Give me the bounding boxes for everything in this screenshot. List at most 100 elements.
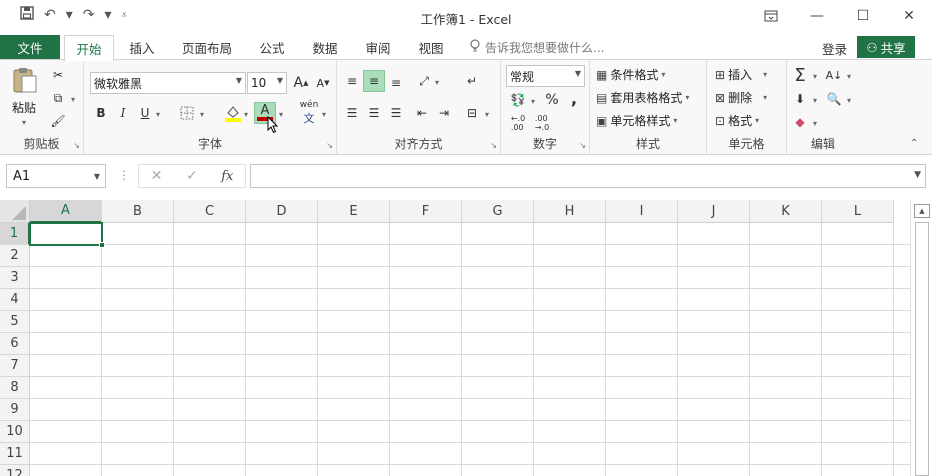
alignment-launcher-icon[interactable]: ↘ (490, 141, 497, 150)
close-icon[interactable]: ✕ (886, 0, 932, 32)
conditional-formatting-button[interactable]: ▦ 条件格式 ▾ (596, 66, 665, 83)
column-header-b[interactable]: B (102, 200, 174, 223)
fill-dropdown-icon[interactable]: ▾ (813, 96, 817, 105)
percent-style-button[interactable]: % (541, 89, 563, 111)
ribbon-display-icon[interactable] (748, 0, 794, 32)
row-header-9[interactable]: 9 (0, 399, 30, 421)
format-painter-icon[interactable]: 🖌 (47, 110, 69, 132)
clear-dropdown-icon[interactable]: ▾ (813, 119, 817, 128)
tell-me-box[interactable]: 告诉我您想要做什么... (470, 39, 604, 56)
tab-file[interactable]: 文件 (0, 35, 60, 60)
autosum-dropdown-icon[interactable]: ▾ (813, 72, 817, 81)
find-select-dropdown-icon[interactable]: ▾ (847, 96, 851, 105)
column-header-d[interactable]: D (246, 200, 318, 223)
format-cells-button[interactable]: ⊡ 格式 ▾ (715, 112, 759, 129)
comma-style-button[interactable]: , (563, 87, 585, 109)
share-button[interactable]: ⚇ 共享 (857, 36, 915, 58)
number-format-combo[interactable]: 常规 ▼ (506, 65, 585, 87)
cut-icon[interactable]: ✂ (47, 64, 69, 86)
maximize-icon[interactable]: ☐ (840, 0, 886, 32)
bold-button[interactable]: B (90, 102, 112, 124)
font-name-combo[interactable]: 微软雅黑 ▼ (90, 72, 246, 94)
column-header-i[interactable]: I (606, 200, 678, 223)
find-select-icon[interactable]: 🔍 (823, 88, 845, 110)
tab-formulas[interactable]: 公式 (250, 35, 294, 60)
clipboard-launcher-icon[interactable]: ↘ (73, 141, 80, 150)
accounting-format-icon[interactable]: 💱 (507, 89, 529, 111)
increase-font-icon[interactable]: A ▲ (290, 72, 312, 94)
column-header-g[interactable]: G (462, 200, 534, 223)
formula-input[interactable]: ▼ (250, 164, 926, 188)
tab-view[interactable]: 视图 (409, 35, 453, 60)
row-header-8[interactable]: 8 (0, 377, 30, 399)
insert-cells-button[interactable]: ⊞ 插入 ▾ (715, 66, 767, 83)
select-all-corner[interactable] (0, 200, 30, 223)
expand-formula-bar-icon[interactable]: ▼ (914, 170, 921, 180)
align-right-icon[interactable]: ☰ (385, 102, 407, 124)
orientation-icon[interactable]: ⤢ (413, 70, 435, 92)
clear-icon[interactable]: ◆ (789, 111, 811, 133)
scroll-up-icon[interactable]: ▲ (914, 204, 930, 218)
column-header-a[interactable]: A (30, 200, 102, 223)
tab-page-layout[interactable]: 页面布局 (174, 35, 240, 60)
underline-dropdown-icon[interactable]: ▾ (156, 110, 160, 119)
fill-handle[interactable] (99, 242, 105, 248)
insert-function-button[interactable]: fx (210, 165, 245, 187)
increase-decimal-icon[interactable]: ←.0.00 (507, 112, 529, 134)
copy-icon[interactable]: ⧉ (47, 87, 69, 109)
phonetic-dropdown-icon[interactable]: ▾ (322, 110, 326, 119)
align-bottom-icon[interactable]: ≡ (385, 72, 407, 94)
tab-home[interactable]: 开始 (64, 35, 114, 61)
decrease-indent-icon[interactable]: ⇤ (411, 102, 433, 124)
align-left-icon[interactable]: ☰ (341, 102, 363, 124)
font-size-dropdown-icon[interactable]: ▼ (277, 76, 283, 85)
paste-button[interactable]: 粘贴 ▾ (10, 66, 38, 127)
orientation-dropdown-icon[interactable]: ▾ (435, 78, 439, 87)
column-header-l[interactable]: L (822, 200, 894, 223)
row-header-3[interactable]: 3 (0, 267, 30, 289)
row-header-2[interactable]: 2 (0, 245, 30, 267)
borders-dropdown-icon[interactable]: ▾ (200, 110, 204, 119)
sort-filter-dropdown-icon[interactable]: ▾ (847, 72, 851, 81)
vertical-scrollbar[interactable]: ▲ (910, 200, 932, 476)
minimize-icon[interactable]: — (794, 0, 840, 32)
format-as-table-button[interactable]: ▤ 套用表格格式 ▾ (596, 89, 689, 106)
decrease-font-icon[interactable]: A ▼ (312, 72, 334, 94)
scroll-thumb[interactable] (915, 222, 929, 476)
tab-insert[interactable]: 插入 (119, 35, 165, 60)
login-link[interactable]: 登录 (822, 39, 847, 58)
name-box-dropdown-icon[interactable]: ▼ (94, 172, 100, 181)
row-header-7[interactable]: 7 (0, 355, 30, 377)
active-cell-a1[interactable] (29, 222, 103, 246)
confirm-entry-icon[interactable]: ✓ (174, 165, 209, 187)
borders-icon[interactable] (176, 102, 198, 124)
delete-cells-button[interactable]: ⊠ 删除 ▾ (715, 89, 767, 106)
column-header-c[interactable]: C (174, 200, 246, 223)
row-header-5[interactable]: 5 (0, 311, 30, 333)
sort-filter-icon[interactable]: A↓ (823, 64, 845, 86)
merge-center-icon[interactable]: ⊟ (461, 102, 483, 124)
fill-icon[interactable]: ⬇ (789, 88, 811, 110)
cell-area[interactable] (30, 223, 910, 476)
cancel-entry-icon[interactable]: ✕ (139, 165, 174, 187)
collapse-ribbon-icon[interactable]: ⌃ (910, 138, 918, 149)
align-top-icon[interactable]: ≡ (341, 70, 363, 92)
fill-color-dropdown-icon[interactable]: ▾ (244, 110, 248, 119)
row-header-11[interactable]: 11 (0, 443, 30, 465)
fill-color-icon[interactable] (222, 102, 244, 124)
cell-styles-button[interactable]: ▣ 单元格样式 ▾ (596, 112, 677, 129)
align-middle-icon[interactable]: ≡ (363, 70, 385, 92)
row-header-10[interactable]: 10 (0, 421, 30, 443)
phonetic-guide-button[interactable]: wén 文 (298, 100, 320, 125)
decrease-decimal-icon[interactable]: .00 →.0 (531, 112, 553, 134)
number-launcher-icon[interactable]: ↘ (579, 141, 586, 150)
formula-bar-separator[interactable]: ⋮ (118, 168, 130, 182)
column-header-h[interactable]: H (534, 200, 606, 223)
number-format-dropdown-icon[interactable]: ▼ (575, 69, 581, 78)
column-header-j[interactable]: J (678, 200, 750, 223)
column-header-f[interactable]: F (390, 200, 462, 223)
copy-dropdown-icon[interactable]: ▾ (71, 95, 75, 104)
font-color-dropdown-icon[interactable]: ▾ (279, 110, 283, 119)
accounting-dropdown-icon[interactable]: ▾ (531, 97, 535, 106)
tab-data[interactable]: 数据 (303, 35, 347, 60)
